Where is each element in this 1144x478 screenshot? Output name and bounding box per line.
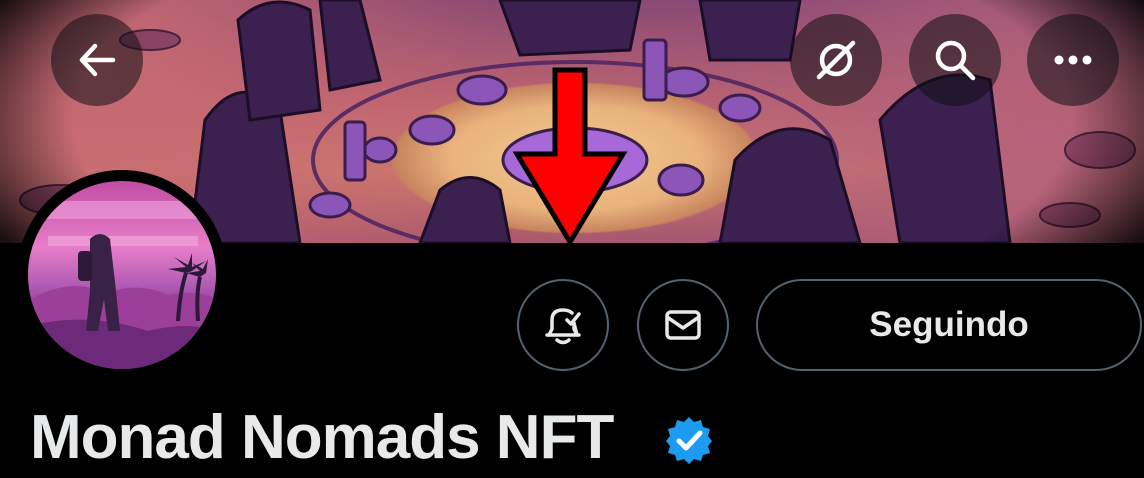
following-button[interactable]: Seguindo <box>756 279 1142 371</box>
annotation-arrow <box>512 67 628 246</box>
back-button[interactable] <box>51 14 143 106</box>
search-button[interactable] <box>909 14 1001 106</box>
mail-icon <box>665 310 701 340</box>
avatar[interactable] <box>28 181 216 369</box>
bell-check-icon <box>545 308 581 345</box>
arrow-left-icon <box>79 43 116 77</box>
message-button[interactable] <box>637 279 729 371</box>
following-button-label: Seguindo <box>869 305 1029 344</box>
notifications-button[interactable] <box>517 279 609 371</box>
more-options-button[interactable] <box>1027 14 1119 106</box>
hide-content-button[interactable] <box>790 14 882 106</box>
verified-badge-icon <box>666 417 712 464</box>
profile-display-name: Monad Nomads NFT <box>30 403 614 472</box>
more-icon <box>1054 55 1092 65</box>
avatar-artwork <box>28 201 216 369</box>
search-icon <box>935 40 976 81</box>
eye-slash-icon <box>816 40 856 80</box>
